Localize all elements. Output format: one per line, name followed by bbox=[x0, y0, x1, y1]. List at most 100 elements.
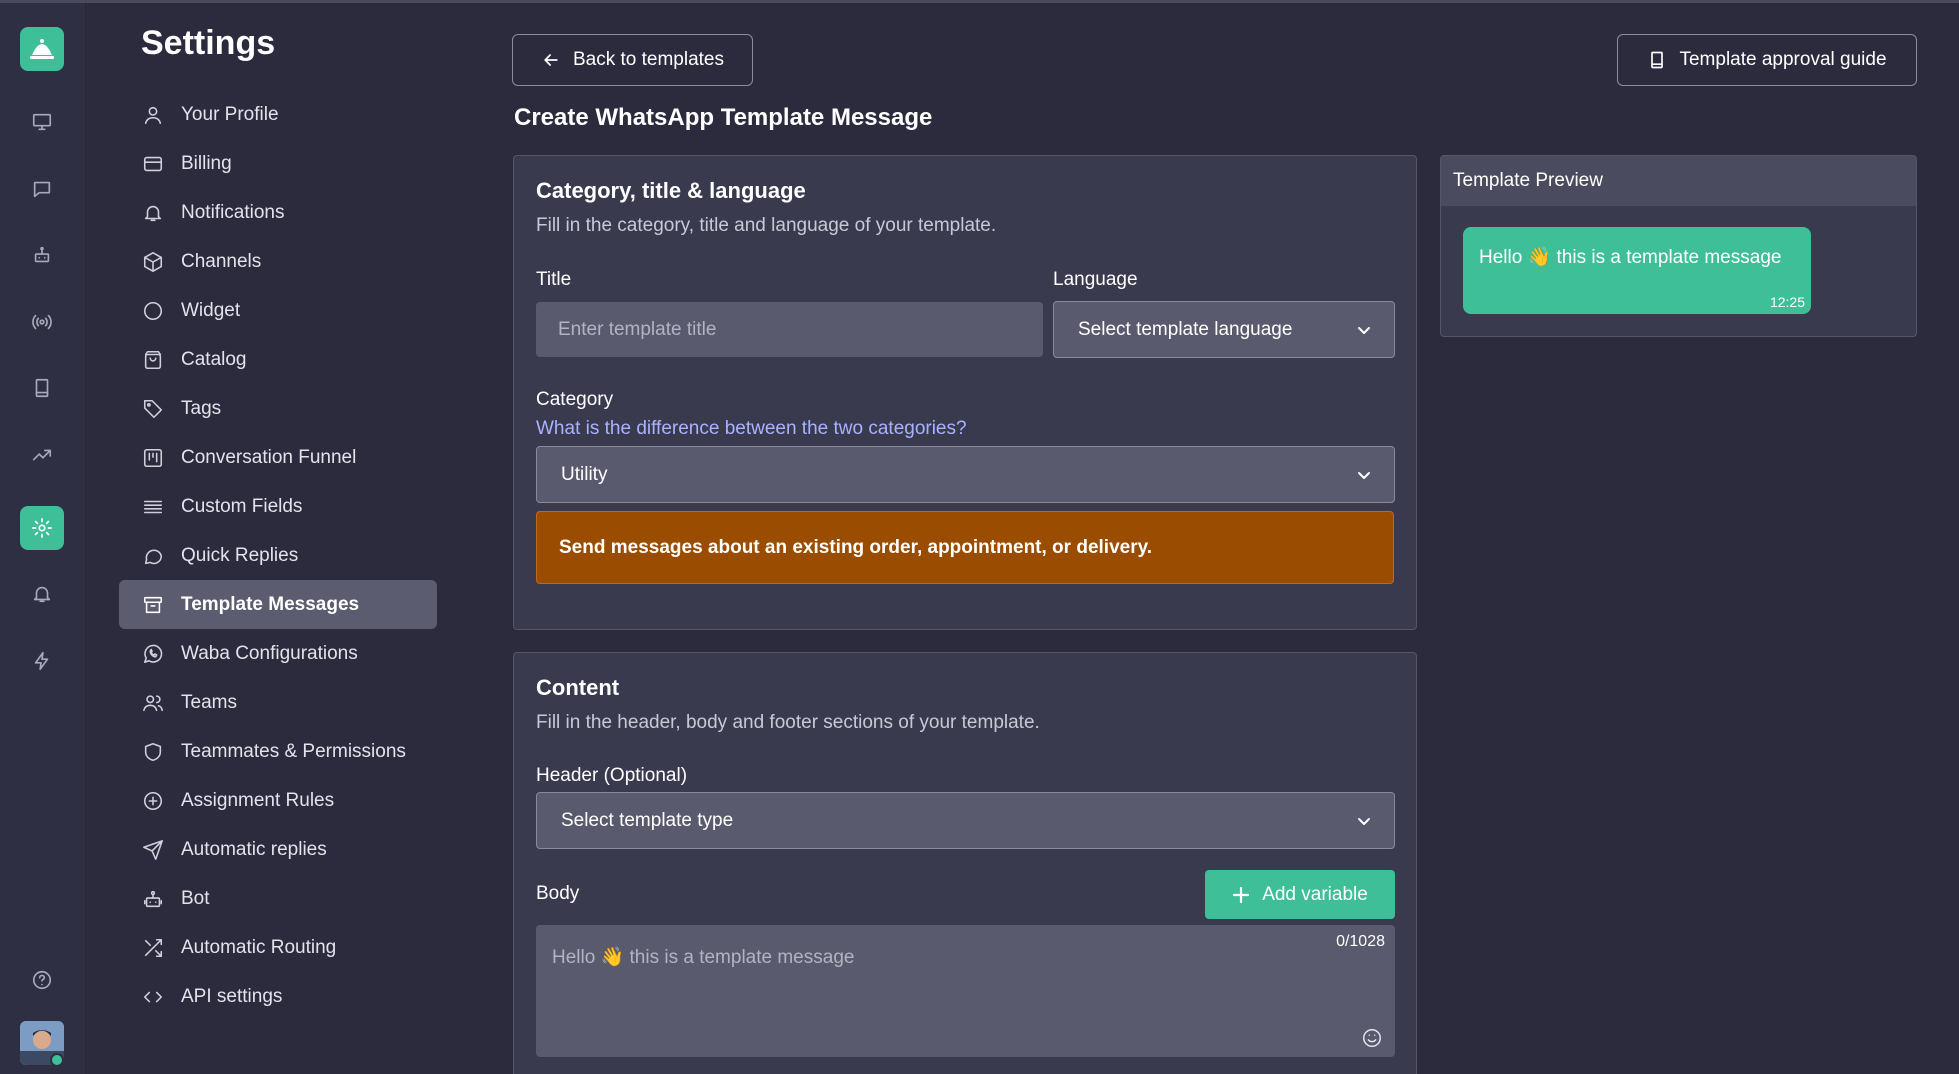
add-variable-label: Add variable bbox=[1262, 883, 1368, 905]
rail-dashboard[interactable] bbox=[20, 100, 64, 144]
rail-conversations[interactable] bbox=[20, 167, 64, 211]
sidebar-item-template-messages[interactable]: Template Messages bbox=[119, 580, 437, 629]
book-icon bbox=[35, 378, 49, 398]
chevron-down-icon bbox=[1358, 326, 1370, 334]
chat-icon bbox=[33, 181, 51, 198]
cube-icon bbox=[141, 250, 165, 274]
body-textarea[interactable]: Hello 👋 this is a template message 0/102… bbox=[536, 925, 1395, 1057]
sidebar-item-label: Quick Replies bbox=[181, 544, 299, 566]
rail-automations[interactable] bbox=[20, 639, 64, 683]
sidebar-item-assignment-rules[interactable]: Assignment Rules bbox=[119, 776, 437, 825]
credit-card-icon bbox=[141, 152, 165, 176]
sidebar-item-label: Teams bbox=[181, 691, 237, 713]
sidebar-item-conversation-funnel[interactable]: Conversation Funnel bbox=[119, 433, 437, 482]
sidebar-item-automatic-routing[interactable]: Automatic Routing bbox=[119, 923, 437, 972]
smiley-icon bbox=[1363, 1029, 1381, 1047]
sidebar-item-quick-replies[interactable]: Quick Replies bbox=[119, 531, 437, 580]
rail-notifications[interactable] bbox=[20, 572, 64, 616]
guide-button-label: Template approval guide bbox=[1679, 49, 1887, 70]
body-label: Body bbox=[536, 883, 580, 904]
sidebar-item-billing[interactable]: Billing bbox=[119, 139, 437, 188]
rail-analytics[interactable] bbox=[20, 433, 64, 477]
chevron-down-icon bbox=[1358, 817, 1370, 825]
sidebar-item-catalog[interactable]: Catalog bbox=[119, 335, 437, 384]
bell-icon bbox=[33, 586, 51, 603]
category-difference-link[interactable]: What is the difference between the two c… bbox=[536, 418, 967, 440]
rail-templates[interactable] bbox=[20, 366, 64, 410]
language-label: Language bbox=[1053, 269, 1138, 290]
sidebar-item-automatic-replies[interactable]: Automatic replies bbox=[119, 825, 437, 874]
add-variable-button[interactable]: Add variable bbox=[1205, 870, 1395, 919]
sidebar-item-label: Channels bbox=[181, 250, 262, 272]
rail-help[interactable] bbox=[20, 958, 64, 1002]
sidebar-item-teams[interactable]: Teams bbox=[119, 678, 437, 727]
user-icon bbox=[141, 103, 165, 127]
trending-up-icon bbox=[32, 449, 52, 461]
sidebar-item-label: API settings bbox=[181, 985, 283, 1007]
header-label: Header (Optional) bbox=[536, 765, 688, 786]
language-select-value: Select template language bbox=[1078, 318, 1293, 340]
bell-icon bbox=[141, 201, 165, 225]
category-select[interactable]: Utility bbox=[536, 446, 1395, 503]
users-icon bbox=[141, 691, 165, 715]
shopping-bag-icon bbox=[141, 348, 165, 372]
robot-icon bbox=[34, 246, 50, 263]
tag-icon bbox=[141, 397, 165, 421]
help-icon bbox=[32, 970, 52, 990]
sidebar-item-label: Billing bbox=[181, 152, 232, 174]
emoji-picker-button[interactable] bbox=[1361, 1027, 1385, 1051]
shuffle-icon bbox=[141, 936, 165, 960]
lightning-icon bbox=[34, 651, 49, 671]
sidebar-item-waba-configurations[interactable]: Waba Configurations bbox=[119, 629, 437, 678]
sidebar-item-label: Automatic replies bbox=[181, 838, 327, 860]
whatsapp-icon bbox=[141, 642, 165, 666]
sidebar-item-label: Conversation Funnel bbox=[181, 446, 357, 468]
sidebar-item-bot[interactable]: Bot bbox=[119, 874, 437, 923]
robot-icon bbox=[141, 887, 165, 911]
settings-menu: Your Profile Billing Notifications Channels… bbox=[119, 90, 437, 1021]
sidebar-item-tags[interactable]: Tags bbox=[119, 384, 437, 433]
template-preview-title: Template Preview bbox=[1441, 156, 1916, 206]
chevron-down-icon bbox=[1358, 471, 1370, 479]
arrow-left-icon bbox=[541, 50, 561, 70]
sidebar-item-label: Custom Fields bbox=[181, 495, 303, 517]
title-label: Title bbox=[536, 269, 572, 290]
rail-settings[interactable] bbox=[20, 506, 64, 550]
code-icon bbox=[141, 985, 165, 1009]
rail-bot[interactable] bbox=[20, 233, 64, 277]
category-label: Category bbox=[536, 389, 614, 410]
back-to-templates-button[interactable]: Back to templates bbox=[512, 34, 753, 86]
rail-broadcast[interactable] bbox=[20, 300, 64, 344]
lines-icon bbox=[141, 495, 165, 519]
sidebar-item-channels[interactable]: Channels bbox=[119, 237, 437, 286]
language-select[interactable]: Select template language bbox=[1053, 301, 1395, 358]
sidebar-item-teammates-and-permissions[interactable]: Teammates & Permissions bbox=[119, 727, 437, 776]
gear-icon bbox=[32, 518, 52, 538]
category-card: Category, title & language Fill in the c… bbox=[513, 155, 1417, 630]
header-type-value: Select template type bbox=[561, 809, 734, 831]
monitor-icon bbox=[32, 113, 52, 131]
book-icon bbox=[1647, 50, 1667, 70]
sidebar-item-custom-fields[interactable]: Custom Fields bbox=[119, 482, 437, 531]
sidebar-item-notifications[interactable]: Notifications bbox=[119, 188, 437, 237]
sidebar-item-label: Waba Configurations bbox=[181, 642, 358, 664]
sidebar-item-your-profile[interactable]: Your Profile bbox=[119, 90, 437, 139]
sidebar-item-api-settings[interactable]: API settings bbox=[119, 972, 437, 1021]
preview-message-text: Hello 👋 this is a template message bbox=[1479, 247, 1782, 268]
sidebar-item-label: Your Profile bbox=[181, 103, 279, 125]
send-icon bbox=[141, 838, 165, 862]
header-type-select[interactable]: Select template type bbox=[536, 792, 1395, 849]
sidebar-item-widget[interactable]: Widget bbox=[119, 286, 437, 335]
shield-icon bbox=[141, 740, 165, 764]
category-card-subtitle: Fill in the category, title and language… bbox=[536, 215, 997, 236]
sidebar-item-label: Automatic Routing bbox=[181, 936, 337, 958]
title-input[interactable] bbox=[536, 302, 1043, 357]
online-status-dot bbox=[50, 1053, 64, 1067]
category-select-value: Utility bbox=[561, 463, 608, 485]
content-card-title: Content bbox=[536, 675, 620, 700]
settings-title: Settings bbox=[141, 24, 276, 62]
app-logo[interactable] bbox=[20, 27, 64, 71]
template-approval-guide-button[interactable]: Template approval guide bbox=[1617, 34, 1917, 86]
plus-circle-icon bbox=[141, 789, 165, 813]
top-border bbox=[0, 0, 1959, 3]
